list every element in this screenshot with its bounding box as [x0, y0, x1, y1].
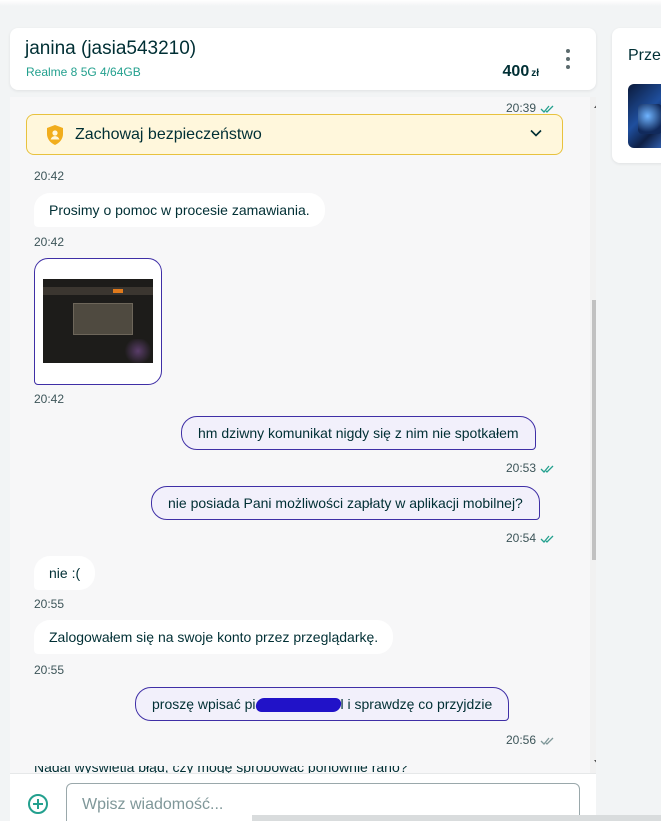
top-bar [0, 0, 661, 6]
shield-user-icon [47, 125, 63, 145]
message-time: 20:56 [490, 733, 554, 747]
outgoing-message: hm dziwny komunikat nigdy się z nim nie … [181, 416, 536, 450]
scroll-down-arrow-icon[interactable] [594, 760, 596, 765]
conversation-header: janina (jasia543210) Realme 8 5G 4/64GB … [10, 28, 596, 90]
message-text-end: l i sprawdzę co przyjdzie [340, 696, 493, 712]
message-time: 20:42 [34, 392, 65, 406]
product-link[interactable]: Realme 8 5G 4/64GB [26, 65, 141, 79]
message-composer [10, 773, 596, 821]
safety-banner-label: Zachowaj bezpieczeństwo [75, 126, 262, 143]
side-panel-card: Prze [612, 28, 661, 163]
read-check-icon [540, 465, 554, 473]
incoming-message: Prosimy o pomoc w procesie zamawiania. [34, 193, 325, 227]
incoming-message-partial: Nadal wyświetla błąd, czy mogę spróbować… [34, 759, 408, 773]
message-time: 20:39 [490, 101, 554, 115]
safety-banner[interactable]: Zachowaj bezpieczeństwo [26, 114, 563, 155]
chat-scrollbar[interactable] [590, 97, 596, 773]
message-time: 20:55 [34, 663, 65, 677]
add-attachment-icon[interactable] [28, 794, 48, 814]
message-time: 20:53 [490, 461, 554, 475]
incoming-message: Zalogowałem się na swoje konto przez prz… [34, 620, 394, 654]
scrollbar-thumb[interactable] [592, 300, 596, 560]
chat-messages[interactable]: 20:39 Zachowaj bezpieczeństwo 20:42 Pros… [10, 97, 596, 773]
product-price: 400 zł [503, 63, 539, 81]
image-attachment[interactable] [34, 258, 162, 385]
price-value: 400 [502, 63, 530, 80]
outgoing-message: nie posiada Pani możliwości zapłaty w ap… [151, 486, 540, 520]
outgoing-message: proszę wpisać pi l i sprawdzę co przyjdzi… [135, 687, 510, 722]
more-options-icon[interactable] [558, 47, 578, 71]
message-time: 20:42 [34, 235, 65, 249]
sent-check-icon [540, 737, 554, 745]
message-time: 20:55 [34, 597, 65, 611]
message-time: 20:42 [34, 169, 65, 183]
contact-name[interactable]: janina (jasia543210) [25, 38, 196, 60]
price-currency: zł [531, 68, 539, 79]
message-time: 20:54 [490, 531, 554, 545]
incoming-message: nie :( [34, 556, 96, 590]
horizontal-scrollbar[interactable] [252, 815, 661, 821]
attachment-preview [43, 279, 153, 363]
read-check-icon [540, 535, 554, 543]
product-thumbnail[interactable] [628, 84, 661, 148]
message-text-start: proszę wpisać pi [152, 696, 256, 712]
scroll-up-arrow-icon[interactable] [594, 103, 596, 108]
chevron-down-icon [530, 129, 542, 137]
side-panel-title: Prze [628, 47, 661, 64]
redaction-scribble [254, 698, 342, 713]
read-check-icon [540, 105, 554, 113]
